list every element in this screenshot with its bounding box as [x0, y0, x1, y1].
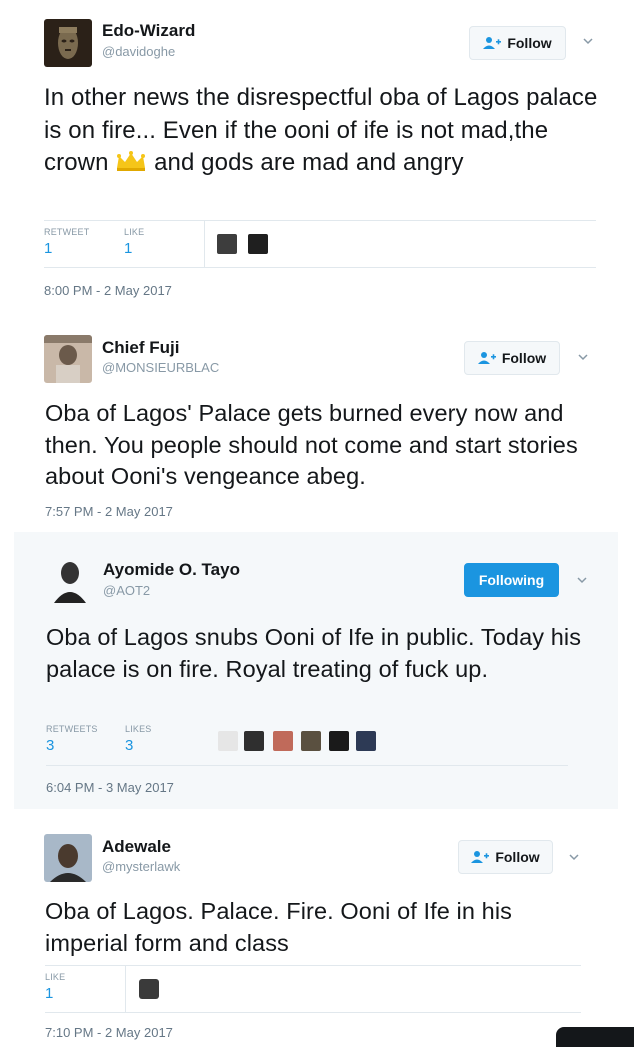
username-handle[interactable]: @mysterlawk	[102, 859, 180, 874]
retweet-stat[interactable]: RETWEET 1	[44, 227, 89, 257]
follow-user-icon	[471, 850, 490, 864]
stat-value: 3	[125, 737, 134, 754]
stat-label: RETWEET	[44, 227, 90, 237]
stat-label: LIKE	[45, 972, 66, 982]
follow-button-label: Follow	[507, 35, 552, 51]
tweet-text: Oba of Lagos' Palace gets burned every n…	[45, 400, 578, 489]
liker-avatar[interactable]	[244, 731, 264, 751]
divider	[204, 221, 205, 267]
timestamp[interactable]: 7:57 PM - 2 May 2017	[45, 504, 173, 519]
chevron-down-icon[interactable]	[576, 574, 588, 586]
timestamp[interactable]: 6:04 PM - 3 May 2017	[46, 780, 174, 795]
username-handle[interactable]: @davidoghe	[102, 44, 175, 59]
liker-avatar[interactable]	[217, 234, 237, 254]
avatar[interactable]	[44, 19, 92, 67]
display-name[interactable]: Adewale	[102, 837, 171, 857]
crown-icon	[115, 149, 147, 171]
display-name[interactable]: Chief Fuji	[102, 338, 179, 358]
retweet-stat[interactable]: RETWEETS 3	[46, 724, 98, 754]
follow-user-icon	[483, 36, 502, 50]
stat-value: 1	[45, 985, 54, 1002]
liker-avatar[interactable]	[301, 731, 321, 751]
tweet-stats: RETWEETS 3 LIKES 3	[46, 718, 568, 766]
avatar[interactable]	[44, 335, 92, 383]
tweet-stats: RETWEET 1 LIKE 1	[44, 220, 596, 268]
chevron-down-icon[interactable]	[577, 351, 589, 363]
display-name[interactable]: Edo-Wizard	[102, 21, 195, 41]
chevron-down-icon[interactable]	[568, 851, 580, 863]
liker-avatar[interactable]	[273, 731, 293, 751]
avatar[interactable]	[44, 834, 92, 882]
liker-avatar[interactable]	[218, 731, 238, 751]
following-button-label: Following	[478, 572, 545, 588]
follow-button-label: Follow	[495, 849, 540, 865]
like-stat[interactable]: LIKE 1	[124, 227, 144, 257]
tweet-card: Adewale @mysterlawk Follow Oba of Lagos.…	[0, 810, 634, 1047]
stat-value: 1	[44, 240, 53, 257]
like-stat[interactable]: LIKES 3	[125, 724, 152, 754]
follow-button[interactable]: Follow	[464, 341, 560, 375]
username-handle[interactable]: @AOT2	[103, 583, 150, 598]
stat-label: RETWEETS	[46, 724, 98, 734]
tweet-card: Edo-Wizard @davidoghe Follow In other ne…	[0, 0, 634, 310]
follow-button[interactable]: Follow	[469, 26, 566, 60]
tweet-stats: LIKE 1	[45, 965, 581, 1013]
liker-avatar[interactable]	[356, 731, 376, 751]
timestamp[interactable]: 7:10 PM - 2 May 2017	[45, 1025, 173, 1040]
tweet-text: In other news the disrespectful oba of L…	[44, 84, 598, 176]
timestamp[interactable]: 8:00 PM - 2 May 2017	[44, 283, 172, 298]
liker-avatar[interactable]	[248, 234, 268, 254]
avatar[interactable]	[46, 555, 94, 603]
tweet-text: Oba of Lagos snubs Ooni of Ife in public…	[46, 624, 582, 682]
divider	[125, 966, 126, 1012]
username-handle[interactable]: @MONSIEURBLAC	[102, 360, 219, 375]
like-stat[interactable]: LIKE 1	[45, 972, 65, 1002]
following-button[interactable]: Following	[464, 563, 559, 597]
follow-user-icon	[477, 351, 496, 365]
tweet-card: Ayomide O. Tayo @AOT2 Following Oba of L…	[14, 532, 618, 809]
liker-avatar[interactable]	[329, 731, 349, 751]
chevron-down-icon[interactable]	[582, 35, 594, 47]
overlay-tab[interactable]	[556, 1027, 634, 1047]
stat-label: LIKES	[125, 724, 152, 734]
tweet-text: Oba of Lagos. Palace. Fire. Ooni of Ife …	[45, 898, 513, 956]
follow-button-label: Follow	[501, 350, 547, 366]
liker-avatar[interactable]	[139, 979, 159, 999]
follow-button[interactable]: Follow	[458, 840, 553, 874]
display-name[interactable]: Ayomide O. Tayo	[103, 560, 240, 580]
stat-label: LIKE	[124, 227, 145, 237]
stat-value: 3	[46, 737, 55, 754]
tweet-card: Chief Fuji @MONSIEURBLAC Follow Oba of L…	[0, 310, 634, 530]
stat-value: 1	[124, 240, 133, 257]
